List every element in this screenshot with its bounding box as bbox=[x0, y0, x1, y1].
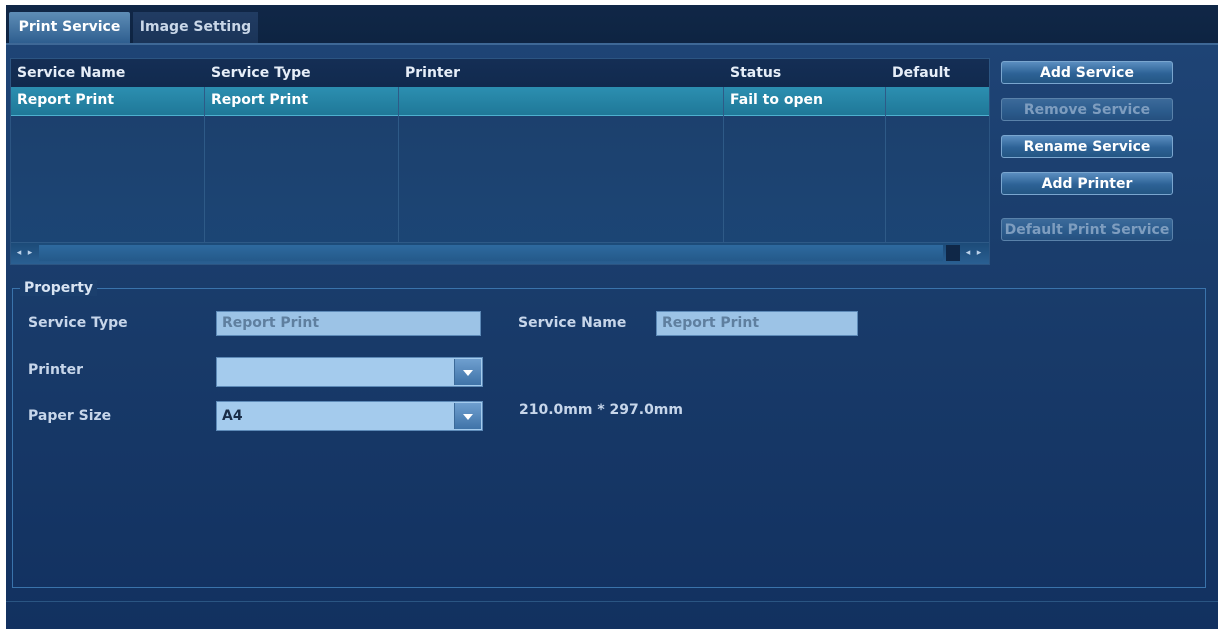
paper-size-select[interactable]: A4 bbox=[216, 401, 483, 431]
scroll-right-end-icon[interactable]: ▸ bbox=[973, 245, 985, 261]
print-settings-window: Print Service Image Setting Service Name… bbox=[6, 5, 1218, 629]
chevron-down-icon[interactable] bbox=[454, 359, 481, 385]
tab-print-service[interactable]: Print Service bbox=[9, 12, 130, 43]
chevron-down-icon[interactable] bbox=[454, 403, 481, 429]
tab-bar: Print Service Image Setting bbox=[6, 5, 1218, 43]
column-header-default[interactable]: Default bbox=[886, 59, 989, 87]
column-header-printer[interactable]: Printer bbox=[399, 59, 724, 87]
property-group bbox=[12, 288, 1206, 588]
column-divider bbox=[398, 87, 399, 242]
rename-service-button[interactable]: Rename Service bbox=[1001, 135, 1173, 158]
scrollbar-thumb[interactable] bbox=[39, 245, 943, 261]
service-name-label: Service Name bbox=[518, 315, 627, 331]
column-divider bbox=[204, 87, 205, 242]
cell-service-type: Report Print bbox=[211, 92, 309, 108]
add-printer-button[interactable]: Add Printer bbox=[1001, 172, 1173, 195]
remove-service-button[interactable]: Remove Service bbox=[1001, 98, 1173, 121]
scrollbar-track-end bbox=[946, 245, 960, 261]
tab-image-setting[interactable]: Image Setting bbox=[133, 12, 258, 43]
column-divider bbox=[885, 87, 886, 242]
footer-divider bbox=[6, 601, 1218, 602]
cell-service-name: Report Print bbox=[17, 92, 115, 108]
column-header-service-name[interactable]: Service Name bbox=[11, 59, 205, 87]
scroll-right-icon[interactable]: ▸ bbox=[24, 245, 36, 261]
horizontal-scrollbar[interactable]: ◂ ▸ ◂ ▸ bbox=[11, 242, 989, 264]
cell-status: Fail to open bbox=[730, 92, 823, 108]
column-header-service-type[interactable]: Service Type bbox=[205, 59, 399, 87]
service-name-field[interactable]: Report Print bbox=[656, 311, 858, 336]
tab-divider bbox=[6, 43, 1218, 45]
paper-size-select-value: A4 bbox=[222, 408, 243, 424]
cell-default bbox=[886, 87, 989, 115]
default-print-service-button[interactable]: Default Print Service bbox=[1001, 218, 1173, 241]
cell-printer bbox=[399, 87, 724, 115]
property-legend: Property bbox=[20, 280, 98, 296]
paper-size-label: Paper Size bbox=[28, 408, 112, 424]
table-row[interactable]: Report Print Report Print Fail to open bbox=[11, 87, 989, 116]
service-table: Service Name Service Type Printer Status… bbox=[10, 58, 990, 265]
add-service-button[interactable]: Add Service bbox=[1001, 61, 1173, 84]
service-type-label: Service Type bbox=[28, 315, 128, 331]
column-divider bbox=[723, 87, 724, 242]
printer-label: Printer bbox=[28, 362, 84, 378]
table-header: Service Name Service Type Printer Status… bbox=[11, 59, 989, 87]
paper-dimensions-text: 210.0mm * 297.0mm bbox=[519, 402, 683, 418]
service-type-field[interactable]: Report Print bbox=[216, 311, 481, 336]
printer-select[interactable] bbox=[216, 357, 483, 387]
column-header-status[interactable]: Status bbox=[724, 59, 886, 87]
